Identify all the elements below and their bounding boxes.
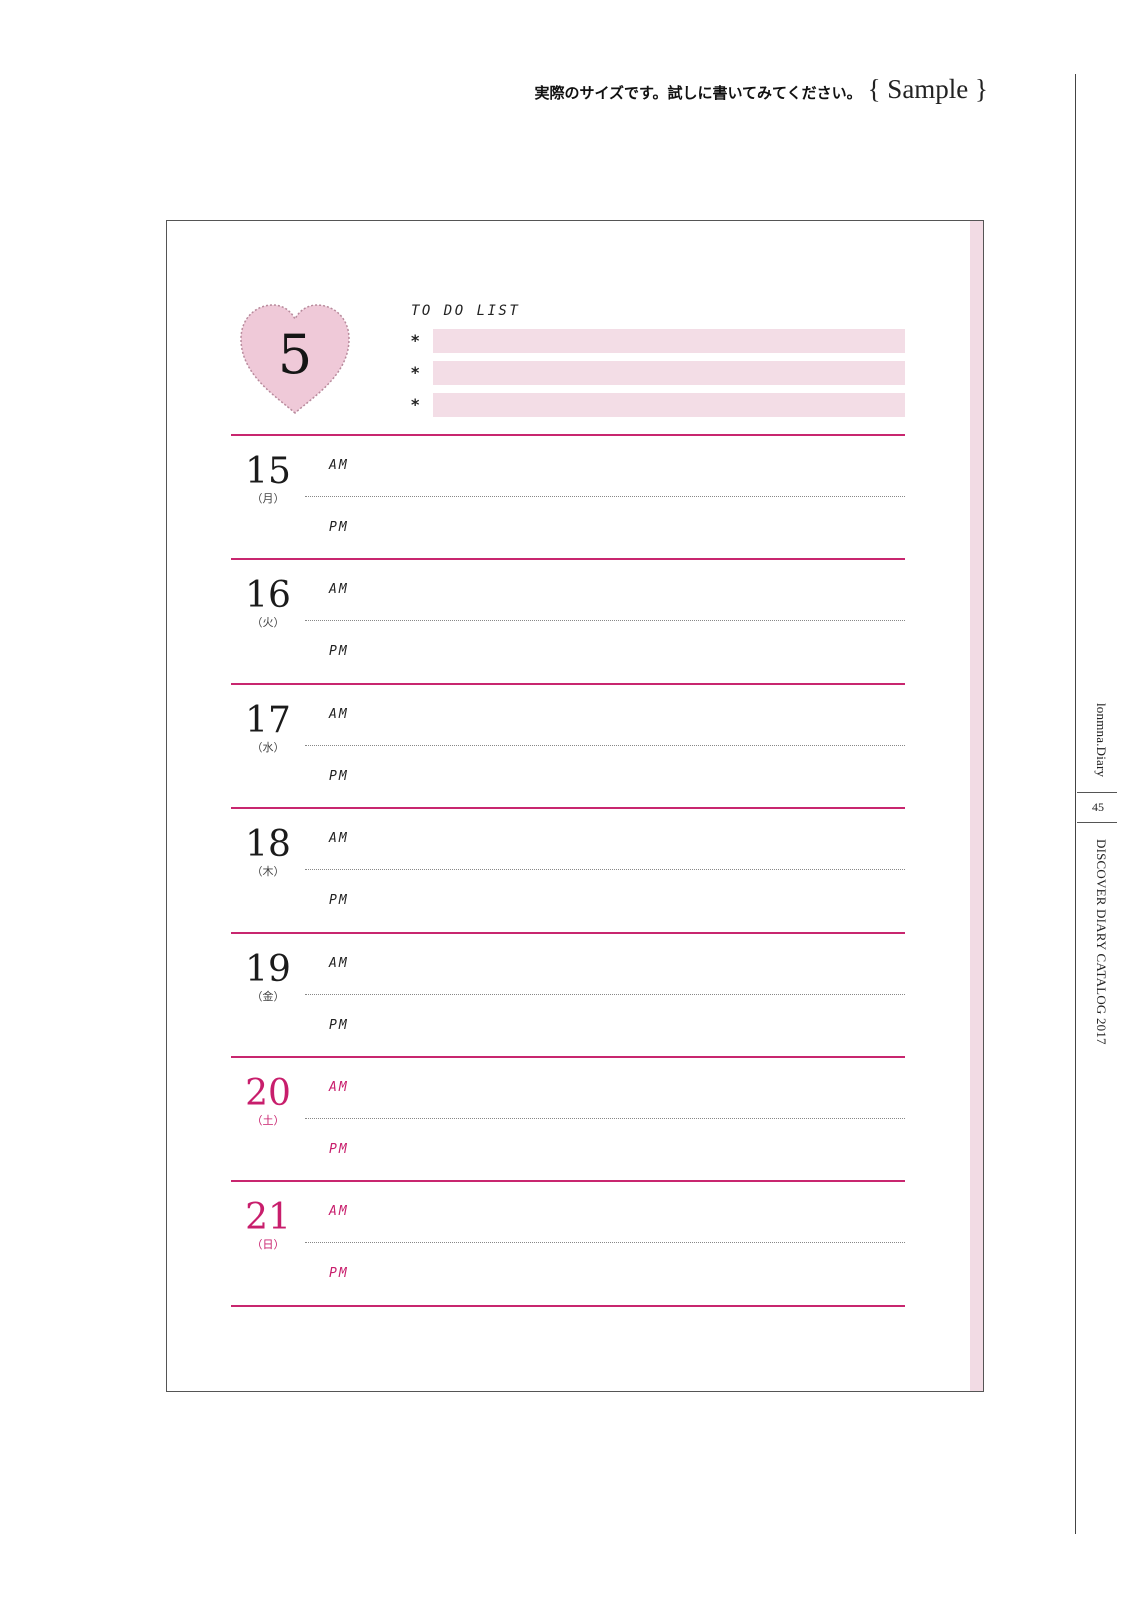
am-pm-divider [305,620,905,622]
am-pm-divider [305,1242,905,1244]
todo-input-bar[interactable] [433,361,905,385]
pm-label: PM [329,520,349,535]
day-divider [231,434,905,436]
sidebar-brand: lonmna.Diary [1094,703,1109,778]
day-divider [231,682,905,685]
day-divider [231,1180,905,1183]
day-weekday: （火） [251,616,285,630]
day-date: 16 [245,575,291,617]
margin-rule [1075,74,1076,1534]
am-pm-divider [305,1118,905,1119]
am-pm-divider [305,869,905,871]
day-date: 20 [245,1073,291,1114]
day-date: 15 [245,451,291,492]
todo-list-title: TO DO LIST [411,303,521,319]
todo-bullet: * [411,331,420,350]
todo-item[interactable]: * [411,393,905,417]
day-weekday: （月） [251,492,285,505]
day-date: 19 [245,948,291,990]
pm-label: PM [329,1266,349,1282]
am-pm-divider [305,993,905,995]
page-number-rule-top [1077,792,1117,793]
day-date: 21 [245,1197,291,1239]
pm-label: PM [329,893,349,909]
page-number: 45 [1092,800,1104,814]
day-date: 18 [245,824,291,866]
todo-bullet: * [411,363,420,382]
pm-label: PM [329,644,349,660]
pm-label: PM [329,768,349,784]
day-divider [231,558,905,561]
page-edge-tab [970,221,983,1391]
day-date: 17 [245,699,291,741]
am-label: AM [329,706,349,722]
sidebar-catalog-title: DISCOVER DIARY CATALOG 2017 [1094,839,1109,1045]
am-pm-divider [305,744,905,746]
pm-label: PM [329,1142,349,1157]
todo-input-bar[interactable] [433,329,905,353]
am-label: AM [329,955,349,971]
todo-item[interactable]: * [411,329,905,353]
am-label: AM [329,458,349,473]
day-weekday: （金） [251,989,285,1003]
pm-label: PM [329,1017,349,1033]
diary-page: 5 TO DO LIST * * * 15 （月） AM PM 16 （火） AM PM 17 （水）… [166,220,984,1392]
day-weekday: （土） [251,1114,285,1127]
month-number: 5 [277,323,313,386]
am-label: AM [329,1204,349,1220]
day-weekday: （日） [251,1238,285,1252]
sample-note-jp: 実際のサイズです。試しに書いてみてください。 [534,84,862,102]
day-weekday: （木） [251,865,285,879]
am-pm-divider [305,496,905,497]
am-label: AM [329,582,349,598]
day-divider [231,931,905,934]
day-divider [231,807,905,810]
page-number-rule-bottom [1077,822,1117,823]
todo-input-bar[interactable] [433,393,905,417]
day-divider [231,1056,905,1058]
todo-bullet: * [411,395,420,414]
day-divider [231,1304,905,1307]
sample-note: 実際のサイズです。試しに書いてみてください。 { Sample } [534,74,988,105]
day-weekday: （水） [251,740,285,754]
am-label: AM [329,831,349,847]
am-label: AM [329,1080,349,1095]
todo-item[interactable]: * [411,361,905,385]
sample-note-label: { Sample } [867,74,988,104]
